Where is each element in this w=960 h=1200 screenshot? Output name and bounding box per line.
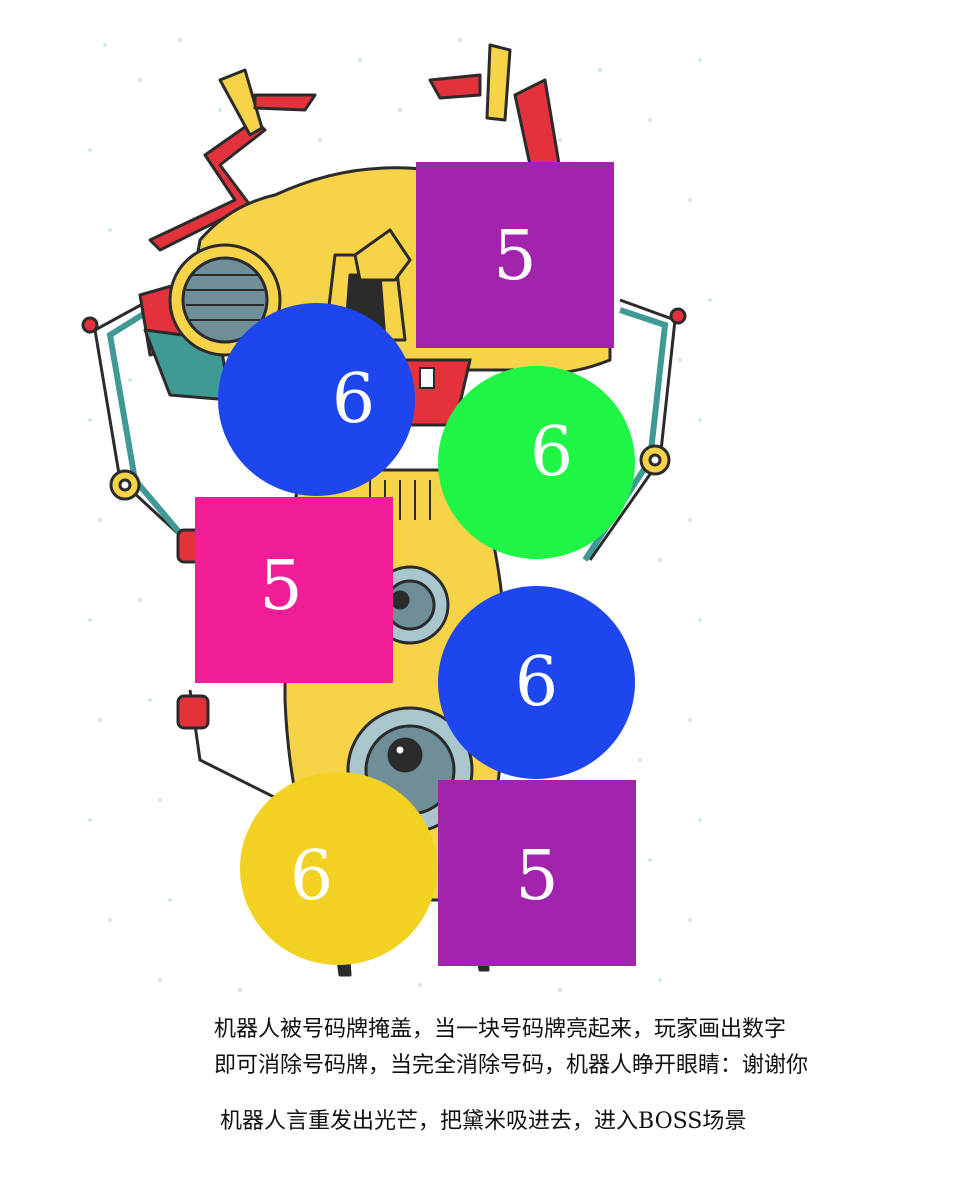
number-tile-circle-green[interactable]: 6 (438, 366, 635, 559)
number-tile-square-pink[interactable]: 5 (195, 497, 393, 683)
number-tile-circle-blue-top[interactable]: 6 (218, 303, 415, 496)
caption-line-3: 机器人言重发出光芒，把黛米吸进去，进入BOSS场景 (220, 1109, 747, 1134)
number-tile-circle-yellow[interactable]: 6 (240, 772, 437, 965)
caption-line-1: 机器人被号码牌掩盖，当一块号码牌亮起来，玩家画出数字 (214, 1017, 787, 1042)
design-caption: 机器人被号码牌掩盖，当一块号码牌亮起来，玩家画出数字 即可消除号码牌，当完全消除… (214, 1012, 894, 1140)
tile-number: 6 (529, 412, 574, 492)
number-tile-square-purple-bottom[interactable]: 5 (438, 780, 636, 966)
tile-number: 5 (493, 217, 537, 296)
tile-number: 6 (289, 836, 334, 916)
number-tile-square-purple-top[interactable]: 5 (416, 162, 614, 348)
caption-line-2: 即可消除号码牌，当完全消除号码，机器人睁开眼睛：谢谢你 (214, 1053, 809, 1078)
tile-number: 6 (514, 642, 559, 722)
tile-number: 6 (331, 359, 376, 439)
tile-number: 5 (259, 547, 303, 626)
tile-number: 5 (515, 837, 559, 916)
game-stage: 5 6 6 5 6 6 5 机器人被号码牌掩盖，当一块号码牌亮起来，玩家画出数字… (0, 0, 960, 1200)
number-tile-circle-blue-bottom[interactable]: 6 (438, 586, 635, 779)
right-antenna (428, 43, 562, 172)
